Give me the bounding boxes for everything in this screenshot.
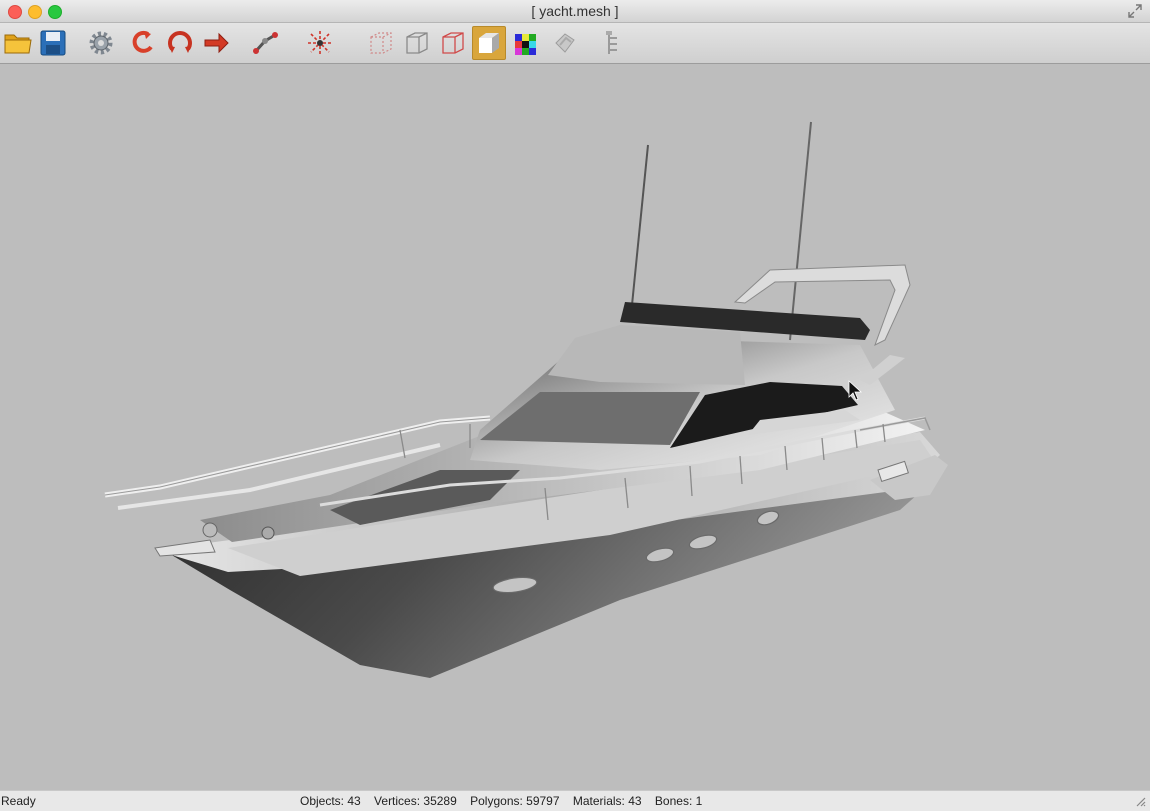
toolbar [0, 23, 1150, 64]
bones-button[interactable] [248, 26, 282, 60]
rotate-icon [132, 30, 153, 53]
shaded-view-button[interactable] [472, 26, 506, 60]
pan-button[interactable] [199, 26, 233, 60]
textured-view-button[interactable] [508, 26, 542, 60]
folder-icon [4, 34, 32, 54]
center-icon [308, 31, 332, 55]
vertices-count: Vertices: 35289 [374, 794, 457, 808]
3d-viewport[interactable] [0, 64, 1150, 790]
hidden-line-view-button[interactable] [436, 26, 470, 60]
fullscreen-icon[interactable] [1128, 4, 1142, 18]
save-button[interactable] [36, 26, 70, 60]
wireframe-view-icon [406, 32, 428, 54]
mesh-stats: Objects: 43 Vertices: 35289 Polygons: 59… [300, 794, 712, 808]
hierarchy-button[interactable] [596, 26, 630, 60]
materials-count: Materials: 43 [572, 794, 642, 808]
bones-count: Bones: 1 [654, 794, 703, 808]
orbit-button[interactable] [163, 26, 197, 60]
polygons-count: Polygons: 59797 [470, 794, 560, 808]
points-view-button[interactable] [364, 26, 398, 60]
bone-icon [253, 32, 278, 54]
status-bar: Ready Objects: 43 Vertices: 35289 Polygo… [0, 790, 1150, 811]
rotate-button[interactable] [127, 26, 161, 60]
hierarchy-icon [606, 31, 617, 54]
title-bar: [ yacht.mesh ] [0, 0, 1150, 23]
animation-icon [555, 33, 575, 53]
pan-icon [204, 32, 229, 54]
resize-grip-icon[interactable] [1134, 795, 1146, 807]
center-button[interactable] [303, 26, 337, 60]
animation-button[interactable] [548, 26, 582, 60]
open-button[interactable] [1, 26, 35, 60]
status-text: Ready [1, 794, 36, 808]
yacht-model [104, 121, 948, 678]
gear-icon [89, 31, 113, 55]
hidden-line-view-icon [442, 32, 464, 54]
shaded-view-icon [479, 33, 499, 53]
objects-count: Objects: 43 [300, 794, 361, 808]
settings-button[interactable] [84, 26, 118, 60]
window-title: [ yacht.mesh ] [531, 3, 619, 19]
orbit-icon [168, 31, 192, 53]
textured-view-icon [515, 34, 536, 55]
wireframe-view-button[interactable] [400, 26, 434, 60]
floppy-icon [40, 30, 66, 56]
points-view-icon [370, 32, 392, 54]
